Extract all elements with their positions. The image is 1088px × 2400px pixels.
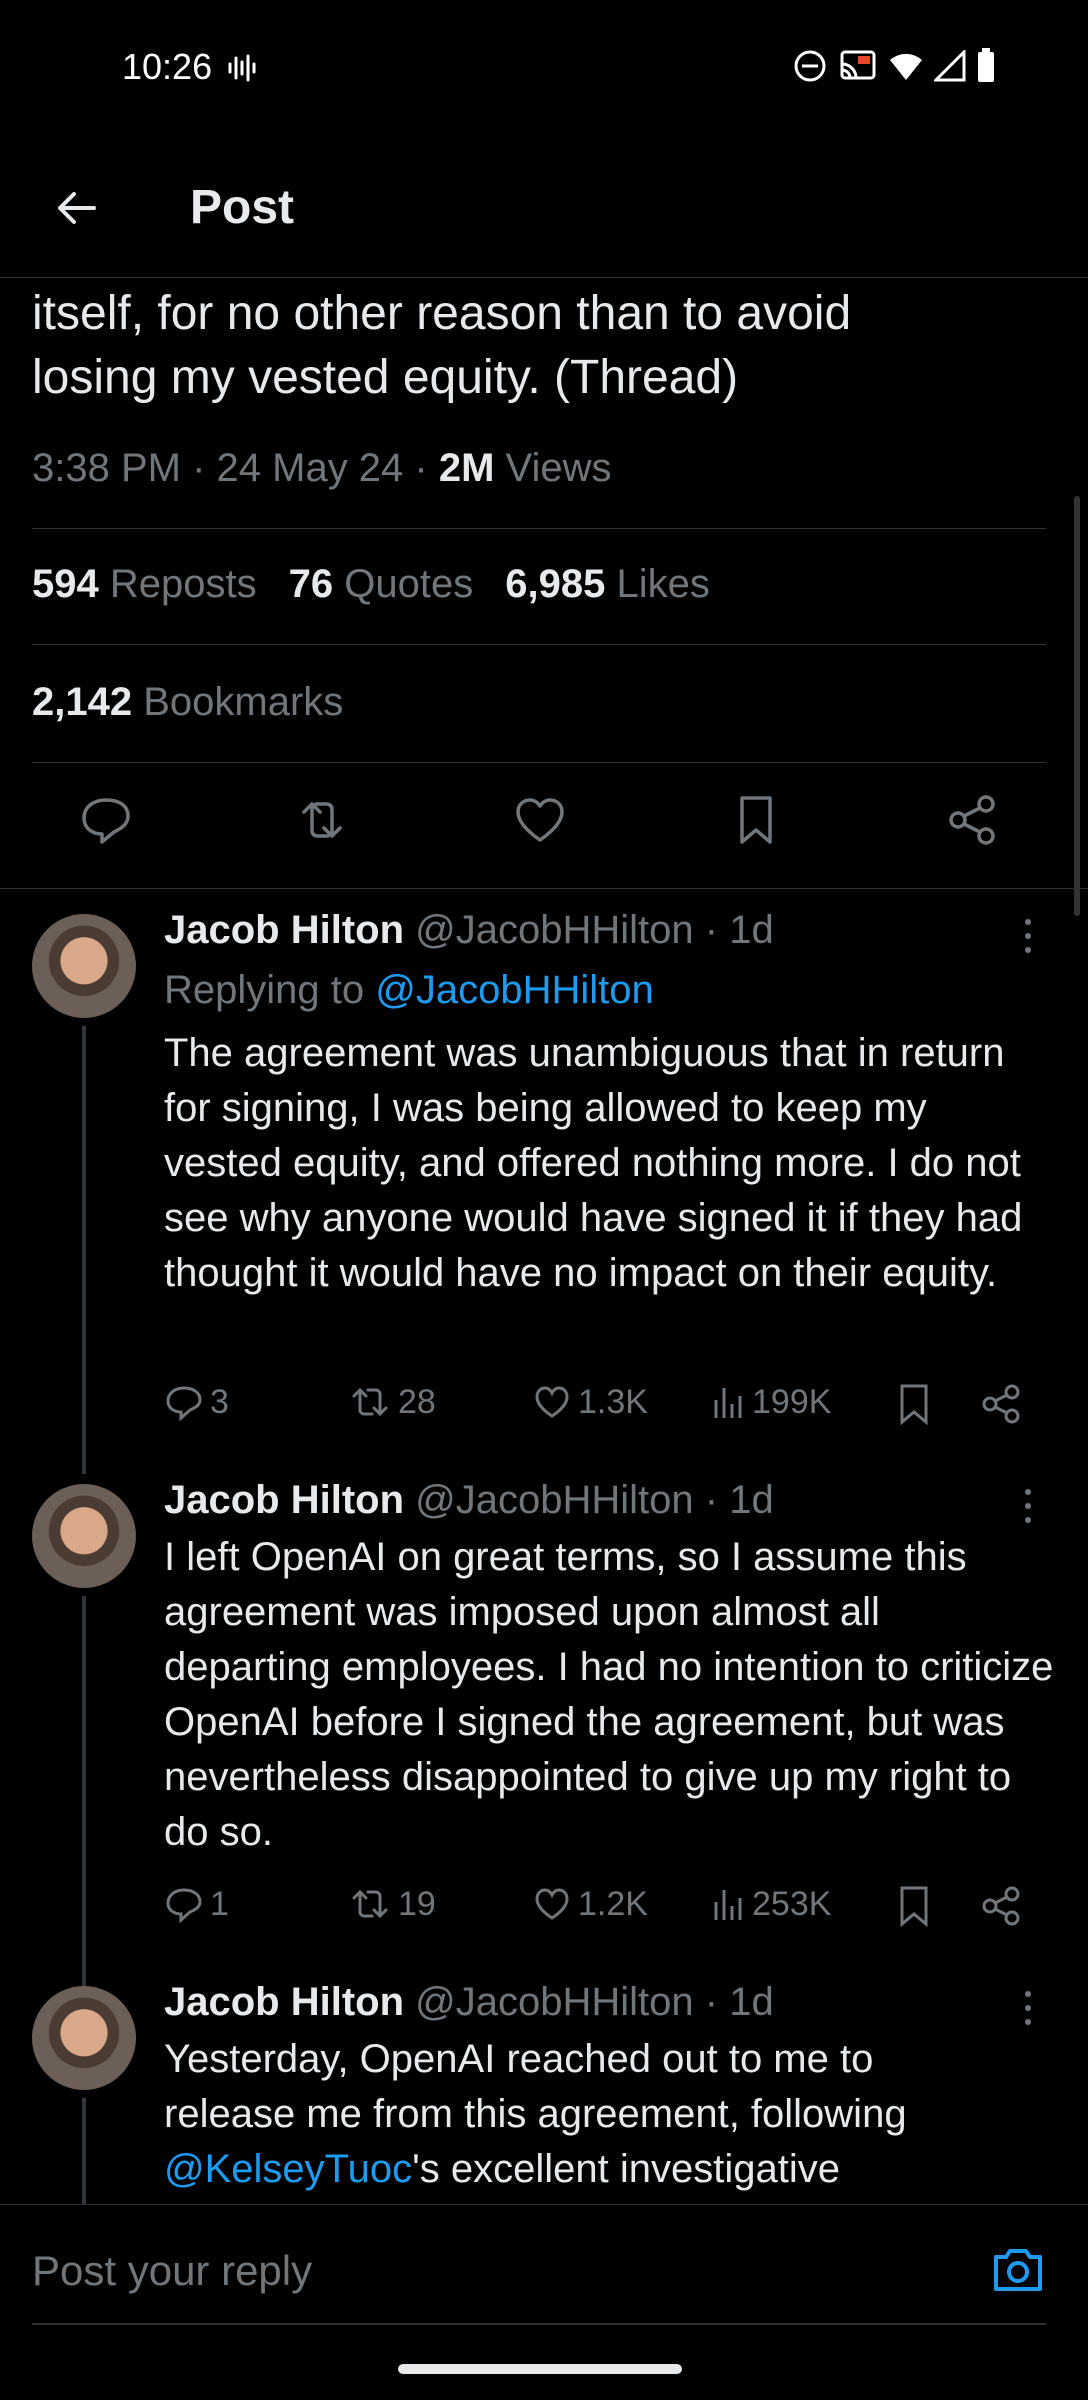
- page-title: Post: [190, 181, 295, 234]
- reply-reply-button[interactable]: 3: [164, 1382, 229, 1422]
- post-time: 3:38 PM: [32, 446, 181, 490]
- like-icon: [535, 1888, 569, 1920]
- share-icon[interactable]: [980, 1884, 1024, 1928]
- reply-icon: [166, 1386, 202, 1422]
- reply-views-button[interactable]: 253K: [710, 1884, 831, 1924]
- reposts-stat[interactable]: 594 Reposts: [32, 562, 257, 607]
- likes-stat[interactable]: 6,985 Likes: [505, 562, 710, 607]
- like-icon: [535, 1386, 569, 1418]
- reply-text: The agreement was unambiguous that in re…: [164, 1031, 1023, 1295]
- views-count: 2M: [438, 446, 495, 490]
- reply-views-button[interactable]: 199K: [710, 1382, 831, 1422]
- reply-like-button[interactable]: 1.2K: [532, 1884, 648, 1924]
- post-text-line: losing my vested equity. (Thread): [32, 351, 739, 404]
- post-stats: 594 Reposts 76 Quotes 6,985 Likes: [32, 562, 710, 607]
- reply-age: 1d: [729, 908, 774, 952]
- top-app-bar: Post: [0, 150, 1088, 278]
- reply-icon[interactable]: [76, 790, 136, 850]
- bookmark-icon[interactable]: [894, 1884, 934, 1928]
- thread-line: [82, 2098, 86, 2204]
- post-meta: 3:38 PM · 24 May 24 · 2M Views: [32, 446, 612, 490]
- reply-age: 1d: [729, 1478, 774, 1522]
- bookmark-icon[interactable]: [726, 790, 786, 850]
- views-chart-icon: [714, 1388, 742, 1418]
- post-text-line: itself, for no other reason than to avoi…: [32, 287, 852, 340]
- quotes-stat[interactable]: 76 Quotes: [289, 562, 474, 607]
- divider: [0, 888, 1088, 889]
- reply-repost-button[interactable]: 19: [348, 1884, 436, 1924]
- avatar[interactable]: [32, 914, 136, 1018]
- reply-text: I left OpenAI on great terms, so I assum…: [164, 1535, 1054, 1854]
- author-name[interactable]: Jacob Hilton: [164, 908, 404, 952]
- wifi-icon: [890, 53, 922, 80]
- repost-icon: [352, 1387, 388, 1417]
- more-options-icon[interactable]: [1018, 1486, 1038, 1526]
- reply-input[interactable]: Post your reply: [32, 2247, 312, 2295]
- more-options-icon[interactable]: [1018, 1988, 1038, 2028]
- scrollbar[interactable]: [1074, 496, 1080, 916]
- status-time: 10:26: [122, 46, 213, 87]
- reply-repost-button[interactable]: 28: [348, 1382, 436, 1422]
- reply-reply-button[interactable]: 1: [164, 1884, 229, 1924]
- replying-to-link[interactable]: @JacobHHilton: [375, 968, 654, 1012]
- post-date: 24 May 24: [216, 446, 404, 490]
- avatar[interactable]: [32, 1986, 136, 2090]
- cast-icon: [840, 50, 876, 80]
- repost-icon[interactable]: [292, 790, 352, 850]
- status-bar: 10:26: [0, 0, 1088, 135]
- thread-line: [82, 1026, 86, 1474]
- post-text: itself, for no other reason than to avoi…: [32, 282, 1052, 410]
- more-options-icon[interactable]: [1018, 916, 1038, 956]
- camera-icon[interactable]: [990, 2243, 1046, 2295]
- like-icon[interactable]: [510, 790, 570, 850]
- replying-to: Replying to @JacobHHilton: [164, 968, 654, 1012]
- views-label: Views: [505, 446, 612, 490]
- back-arrow-icon[interactable]: [48, 180, 104, 236]
- divider: [32, 762, 1046, 763]
- dnd-icon: [794, 50, 826, 82]
- author-name[interactable]: Jacob Hilton: [164, 1478, 404, 1522]
- thread-line: [82, 1596, 86, 1986]
- divider: [32, 528, 1046, 529]
- reply-header: Jacob Hilton @JacobHHilton · 1d: [164, 908, 774, 952]
- author-handle[interactable]: @JacobHHilton: [415, 1478, 694, 1522]
- reply-actions: 3 28 1.3K 199K: [164, 1382, 1044, 1432]
- reply-composer[interactable]: Post your reply: [0, 2204, 1088, 2325]
- reply-header: Jacob Hilton @JacobHHilton · 1d: [164, 1478, 774, 1522]
- bookmarks-stat[interactable]: 2,142 Bookmarks: [32, 680, 343, 725]
- divider: [32, 644, 1046, 645]
- home-indicator[interactable]: [398, 2364, 682, 2374]
- divider: [32, 2323, 1046, 2325]
- reply-text: Yesterday, OpenAI reached out to me to r…: [164, 2037, 907, 2191]
- reply-actions: 1 19 1.2K 253K: [164, 1884, 1044, 1934]
- repost-icon: [352, 1889, 388, 1919]
- status-icons: [792, 48, 996, 84]
- views-chart-icon: [714, 1890, 742, 1920]
- mention-link[interactable]: @KelseyTuoc: [164, 2147, 412, 2191]
- author-name[interactable]: Jacob Hilton: [164, 1980, 404, 2024]
- reply-header: Jacob Hilton @JacobHHilton · 1d: [164, 1980, 774, 2024]
- reply-like-button[interactable]: 1.3K: [532, 1382, 648, 1422]
- share-icon[interactable]: [980, 1382, 1024, 1426]
- audio-wave-icon: [228, 54, 256, 82]
- share-icon[interactable]: [942, 790, 1002, 850]
- reply-age: 1d: [729, 1980, 774, 2024]
- post-action-bar: [0, 790, 1088, 860]
- battery-icon: [978, 48, 994, 82]
- author-handle[interactable]: @JacobHHilton: [415, 908, 694, 952]
- author-handle[interactable]: @JacobHHilton: [415, 1980, 694, 2024]
- cell-signal-icon: [934, 50, 966, 82]
- avatar[interactable]: [32, 1484, 136, 1588]
- bookmark-icon[interactable]: [894, 1382, 934, 1426]
- reply-icon: [166, 1888, 202, 1924]
